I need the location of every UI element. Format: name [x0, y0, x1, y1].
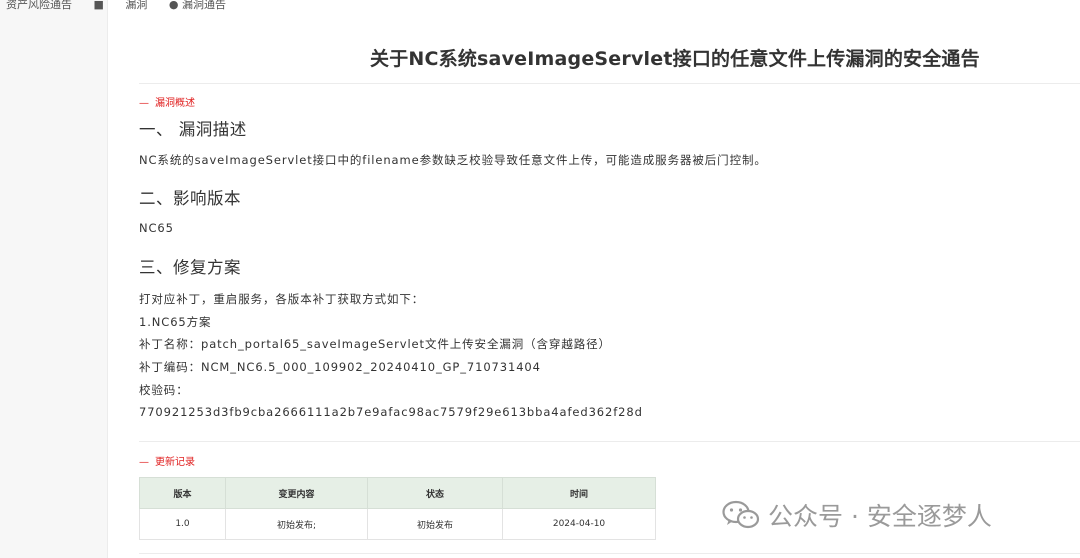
table-row: 1.0 初始发布; 初始发布 2024-04-10 — [139, 508, 656, 540]
watermark: 公众号 · 安全逐梦人 — [722, 500, 992, 531]
overview-tag-label: 漏洞概述 — [155, 98, 195, 109]
table-cell: 1.0 — [139, 508, 226, 540]
table-cell: 2024-04-10 — [502, 508, 656, 540]
section-text: 1.NC65方案 — [139, 315, 212, 329]
records-tag: — 更新记录 — [139, 453, 195, 468]
records-tag-label: 更新记录 — [155, 457, 195, 468]
checksum-text: 770921253d3fb9cba2666111a2b7e9afac98ac75… — [139, 405, 643, 419]
top-breadcrumb-strip: 资产风险通告 ■ 漏洞 ● 漏洞通告 — [0, 0, 306, 10]
dash-icon: — — [139, 98, 149, 109]
section-heading: 三、修复方案 — [139, 258, 241, 277]
column-header: 变更内容 — [225, 477, 368, 509]
breadcrumb-item[interactable]: ● 漏洞通告 — [169, 0, 226, 10]
wechat-icon — [722, 500, 760, 529]
section-text: NC65 — [139, 221, 174, 235]
left-sidebar — [0, 0, 108, 558]
title-divider — [139, 83, 1080, 84]
column-header: 状态 — [367, 477, 503, 509]
section-heading: 二、影响版本 — [139, 189, 241, 208]
section-text: NC系统的saveImageServlet接口中的filename参数缺乏校验导… — [139, 153, 767, 167]
section-text: 补丁编码：NCM_NC6.5_000_109902_20240410_GP_71… — [139, 360, 541, 374]
dash-icon: — — [139, 457, 149, 468]
table-cell: 初始发布 — [367, 508, 503, 540]
page-title: 关于NC系统saveImageServlet接口的任意文件上传漏洞的安全通告 — [370, 48, 980, 70]
overview-tag: — 漏洞概述 — [139, 94, 195, 109]
bottom-divider — [139, 553, 1080, 554]
watermark-text: 公众号 · 安全逐梦人 — [768, 502, 992, 531]
breadcrumb-item[interactable]: 资产风险通告 — [6, 0, 72, 10]
table-cell: 初始发布; — [225, 508, 368, 540]
section-divider — [139, 441, 1080, 442]
breadcrumb-item[interactable]: 漏洞 — [125, 0, 147, 10]
update-records-table: 版本 变更内容 状态 时间 1.0 初始发布; 初始发布 2024-04-10 — [139, 477, 656, 540]
section-text: 校验码： — [139, 383, 189, 397]
breadcrumb-item: ■ — [93, 0, 104, 10]
section-text: 打对应补丁，重启服务，各版本补丁获取方式如下： — [139, 292, 425, 306]
column-header: 时间 — [502, 477, 656, 509]
column-header: 版本 — [139, 477, 226, 509]
table-header-row: 版本 变更内容 状态 时间 — [139, 477, 656, 509]
section-heading: 一、 漏洞描述 — [139, 120, 247, 139]
section-text: 补丁名称：patch_portal65_saveImageServlet文件上传… — [139, 337, 611, 351]
